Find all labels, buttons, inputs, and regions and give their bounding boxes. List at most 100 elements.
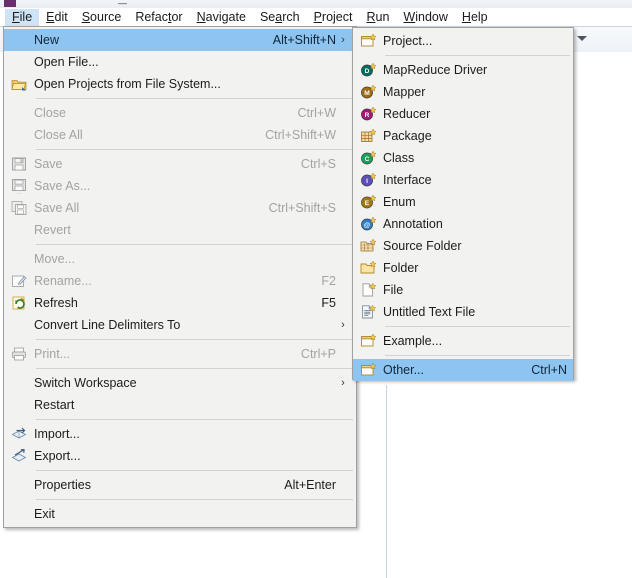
menu-item-package[interactable]: Package — [353, 125, 573, 147]
menu-item-mapper[interactable]: M Mapper — [353, 81, 573, 103]
menu-item-icon-slot — [4, 475, 34, 495]
menu-item-exit[interactable]: Exit — [4, 503, 356, 525]
menubar-item-window[interactable]: Window — [396, 9, 454, 26]
svg-text:M: M — [364, 90, 370, 97]
menu-item-rename: Rename... F2 — [4, 270, 356, 292]
menu-item-reducer[interactable]: R Reducer — [353, 103, 573, 125]
save-icon — [4, 154, 34, 174]
editor-left-divider — [386, 385, 387, 578]
menubar-item-source[interactable]: Source — [75, 9, 129, 26]
menu-item-class[interactable]: C Class — [353, 147, 573, 169]
menu-item-refresh[interactable]: Refresh F5 — [4, 292, 356, 314]
menu-item-save-all: Save All Ctrl+Shift+S — [4, 197, 356, 219]
menu-item-icon-slot — [4, 220, 34, 240]
menubar-item-refactor[interactable]: Refactor — [128, 9, 189, 26]
folder-icon — [353, 258, 383, 278]
menu-item-file[interactable]: File — [353, 279, 573, 301]
class-icon: C — [353, 148, 383, 168]
untitled-text-file-icon — [353, 302, 383, 322]
menu-item-label: Switch Workspace — [34, 376, 137, 390]
menu-separator — [36, 419, 353, 420]
menu-separator — [385, 55, 570, 56]
menubar-item-navigate[interactable]: Navigate — [190, 9, 253, 26]
menu-item-shortcut: F2 — [321, 274, 336, 288]
menu-item-label: Close — [34, 106, 66, 120]
menu-item-label: Interface — [383, 173, 432, 187]
menu-item-label: Source Folder — [383, 239, 462, 253]
menu-item-mapreduce-driver[interactable]: D MapReduce Driver — [353, 59, 573, 81]
menu-item-label: Enum — [383, 195, 416, 209]
menu-item-folder[interactable]: Folder — [353, 257, 573, 279]
refresh-icon — [4, 293, 34, 313]
menu-item-icon-slot — [4, 315, 34, 335]
menubar-item-file[interactable]: File — [5, 8, 40, 26]
menu-item-project[interactable]: Project... — [353, 30, 573, 52]
menu-item-label: Open File... — [34, 55, 99, 69]
menu-item-label: Reducer — [383, 107, 431, 121]
svg-text:D: D — [365, 68, 370, 75]
menubar-item-help[interactable]: Help — [455, 9, 495, 26]
menu-separator — [36, 499, 353, 500]
menu-item-annotation[interactable]: @ Annotation — [353, 213, 573, 235]
menu-item-revert: Revert — [4, 219, 356, 241]
menu-item-label: Convert Line Delimiters To — [34, 318, 181, 332]
menu-item-interface[interactable]: I Interface — [353, 169, 573, 191]
menu-item-new[interactable]: New Alt+Shift+N › — [4, 29, 356, 51]
menu-separator — [385, 326, 570, 327]
menubar-item-edit[interactable]: Edit — [39, 9, 75, 26]
menu-item-switch-workspace[interactable]: Switch Workspace › — [4, 372, 356, 394]
menu-item-label: Save As... — [34, 179, 91, 193]
menu-item-label: Save — [34, 157, 63, 171]
menu-separator — [36, 339, 353, 340]
file-menu-popup: New Alt+Shift+N › Open File... Open Projects… — [3, 26, 357, 528]
submenu-arrow-icon: › — [341, 34, 345, 46]
menu-item-label: File — [383, 283, 404, 297]
menu-item-close-all: Close All Ctrl+Shift+W — [4, 124, 356, 146]
menu-item-label: Untitled Text File — [383, 305, 476, 319]
menubar-item-project[interactable]: Project — [307, 9, 360, 26]
menu-item-shortcut: Alt+Shift+N — [272, 33, 336, 47]
menu-item-open-projects-from-file-system[interactable]: Open Projects from File System... — [4, 73, 356, 95]
menu-item-source-folder[interactable]: Source Folder — [353, 235, 573, 257]
menubar-item-search[interactable]: Search — [253, 9, 307, 26]
menu-item-enum[interactable]: E Enum — [353, 191, 573, 213]
menu-item-example[interactable]: Example... — [353, 330, 573, 352]
menu-separator — [36, 470, 353, 471]
menu-item-label: Close All — [34, 128, 83, 142]
submenu-arrow-icon: › — [341, 319, 345, 331]
menu-item-label: Refresh — [34, 296, 78, 310]
reducer-icon: R — [353, 104, 383, 124]
interface-icon: I — [353, 170, 383, 190]
menu-separator — [36, 149, 353, 150]
menu-item-export[interactable]: Export... — [4, 445, 356, 467]
menu-item-untitled-text-file[interactable]: Untitled Text File — [353, 301, 573, 323]
menu-item-label: Import... — [34, 427, 80, 441]
menu-item-shortcut: Ctrl+P — [300, 347, 336, 361]
menu-item-label: Save All — [34, 201, 80, 215]
menu-item-properties[interactable]: Properties Alt+Enter — [4, 474, 356, 496]
chevron-down-icon[interactable] — [577, 36, 587, 41]
menu-item-shortcut: Ctrl+Shift+S — [268, 201, 336, 215]
eclipse-workbench: — File Edit Source Refactor Navigate Search Pr… — [0, 0, 632, 578]
menu-item-shortcut: Alt+Enter — [284, 478, 336, 492]
menu-item-close: Close Ctrl+W — [4, 102, 356, 124]
menu-item-label: MapReduce Driver — [383, 63, 488, 77]
menu-item-convert-line-delimiters-to[interactable]: Convert Line Delimiters To › — [4, 314, 356, 336]
menu-item-import[interactable]: Import... — [4, 423, 356, 445]
menu-bar: File Edit Source Refactor Navigate Search Proj… — [0, 8, 632, 26]
menu-item-label: Open Projects from File System... — [34, 77, 221, 91]
minimize-button[interactable]: — — [118, 0, 128, 8]
menu-item-shortcut: Ctrl+S — [300, 157, 336, 171]
menu-item-other[interactable]: Other... Ctrl+N — [353, 359, 573, 381]
menu-item-open-file[interactable]: Open File... — [4, 51, 356, 73]
other-icon — [353, 360, 383, 380]
menubar-item-run[interactable]: Run — [359, 9, 396, 26]
menu-item-restart[interactable]: Restart — [4, 394, 356, 416]
menu-item-label: Restart — [34, 398, 75, 412]
menu-separator — [36, 244, 353, 245]
menu-item-icon-slot — [4, 395, 34, 415]
mapper-icon: M — [353, 82, 383, 102]
menu-item-label: Annotation — [383, 217, 443, 231]
menu-item-shortcut: Ctrl+W — [297, 106, 336, 120]
annotation-icon: @ — [353, 214, 383, 234]
